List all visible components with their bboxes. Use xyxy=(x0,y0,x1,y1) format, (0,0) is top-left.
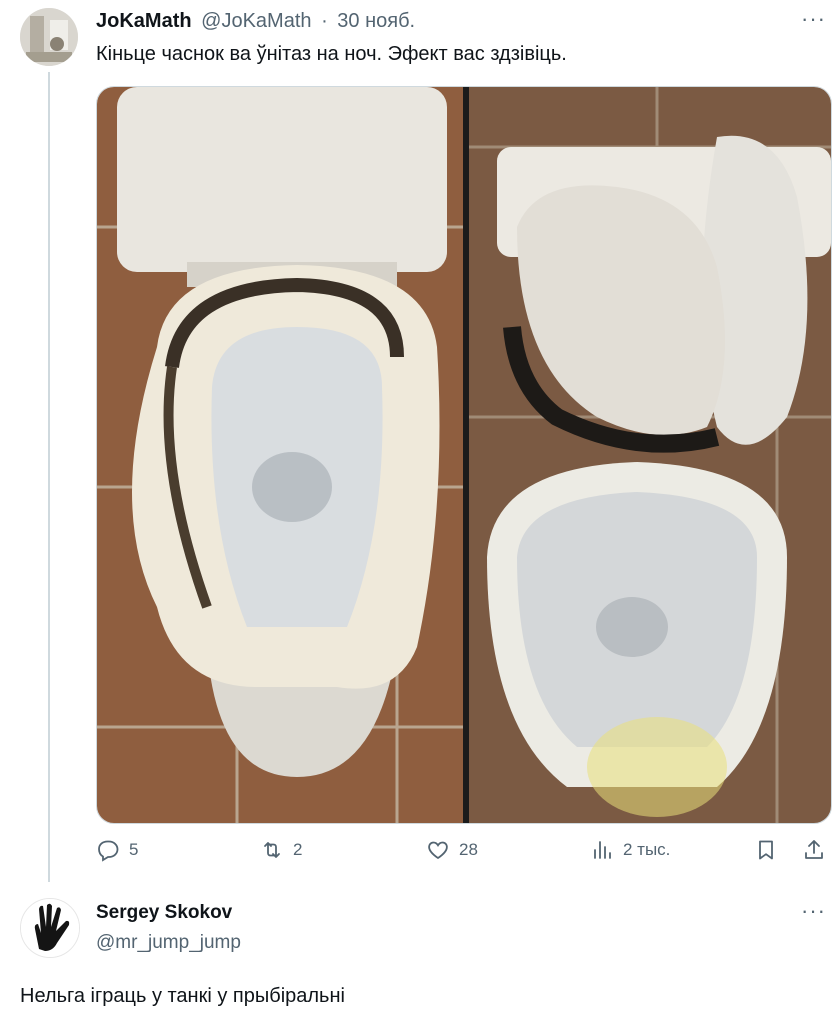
toilet-photo-image xyxy=(97,87,831,823)
retweet-button[interactable]: 2 xyxy=(260,838,302,862)
heart-icon xyxy=(428,841,448,860)
author-avatar[interactable] xyxy=(20,8,78,66)
vulcan-hand-icon xyxy=(21,899,79,957)
views-button[interactable]: 2 тыс. xyxy=(590,838,670,862)
author-handle[interactable]: @JoKaMath xyxy=(201,10,311,32)
views-count: 2 тыс. xyxy=(623,840,671,859)
reply-count: 5 xyxy=(129,840,139,859)
like-button[interactable]: 28 xyxy=(426,838,478,862)
reply-more-options-icon[interactable]: ··· xyxy=(801,898,826,924)
tweet-media[interactable] xyxy=(96,86,832,824)
bookmark-icon xyxy=(759,840,773,860)
tweet-date[interactable]: 30 нояб. xyxy=(337,10,415,32)
more-options-icon[interactable]: ··· xyxy=(801,6,826,32)
reply-text: Нельга іграць у танкі у прыбіральні xyxy=(20,985,345,1007)
retweet-icon xyxy=(264,842,280,858)
avatar-image xyxy=(20,8,78,66)
reply-author-avatar[interactable] xyxy=(20,898,80,958)
share-icon xyxy=(805,840,823,859)
reply-button[interactable]: 5 xyxy=(96,838,138,862)
views-icon xyxy=(594,841,611,859)
bookmark-button[interactable] xyxy=(754,838,787,862)
retweet-count: 2 xyxy=(293,840,303,859)
reply-icon xyxy=(98,840,119,862)
like-count: 28 xyxy=(459,840,478,859)
reply-author-handle[interactable]: @mr_jump_jump xyxy=(96,932,241,954)
header-separator: · xyxy=(321,10,328,32)
reply-author-name[interactable]: Sergey Skokov xyxy=(96,902,232,924)
author-name[interactable]: JoKaMath xyxy=(96,10,192,32)
tweet-text: Кіньце часнок ва ўнітаз на ноч. Эфект ва… xyxy=(96,43,567,65)
tweet-header: JoKaMath @JoKaMath · 30 нояб. xyxy=(96,10,419,33)
share-button[interactable] xyxy=(802,838,835,862)
thread-connector xyxy=(48,72,50,882)
tweet-actions: 5 2 28 2 тыс. xyxy=(96,838,830,872)
